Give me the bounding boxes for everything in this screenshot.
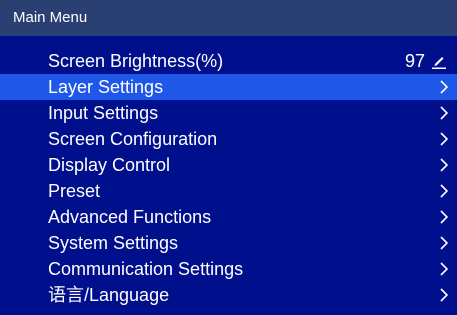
menu-item-screen-brightness[interactable]: Screen Brightness(%) 97 xyxy=(0,48,457,74)
menu-item-label: Screen Configuration xyxy=(48,129,218,149)
page-title: Main Menu xyxy=(13,9,88,26)
menu-item-label: Layer Settings xyxy=(48,77,164,97)
chevron-right-icon xyxy=(440,184,449,198)
chevron-right-icon xyxy=(440,106,449,120)
menu-item-layer-settings[interactable]: Layer Settings xyxy=(0,74,457,100)
menu-item-screen-configuration[interactable]: Screen Configuration xyxy=(0,126,457,152)
edit-icon[interactable] xyxy=(431,53,447,69)
chevron-right-icon xyxy=(440,158,449,172)
menu-item-label: Advanced Functions xyxy=(48,207,212,227)
main-menu-list: Screen Brightness(%) 97 Layer Settings I… xyxy=(0,36,457,315)
menu-item-label: System Settings xyxy=(48,233,179,253)
menu-item-label: Preset xyxy=(48,181,101,201)
chevron-right-icon xyxy=(440,236,449,250)
menu-item-communication-settings[interactable]: Communication Settings xyxy=(0,256,457,282)
menu-item-label: Screen Brightness(%) xyxy=(48,51,224,71)
chevron-right-icon xyxy=(440,288,449,302)
chevron-right-icon xyxy=(440,262,449,276)
chevron-right-icon xyxy=(440,80,449,94)
menu-item-language[interactable]: 语言/Language xyxy=(0,282,457,308)
chevron-right-icon xyxy=(440,210,449,224)
brightness-value: 97 xyxy=(404,51,425,71)
title-bar: Main Menu xyxy=(0,0,457,36)
device-menu-screen: Main Menu Screen Brightness(%) 97 Layer … xyxy=(0,0,457,315)
menu-item-advanced-functions[interactable]: Advanced Functions xyxy=(0,204,457,230)
menu-item-display-control[interactable]: Display Control xyxy=(0,152,457,178)
menu-item-preset[interactable]: Preset xyxy=(0,178,457,204)
menu-item-label: 语言/Language xyxy=(48,285,170,305)
menu-item-label: Input Settings xyxy=(48,103,159,123)
menu-item-system-settings[interactable]: System Settings xyxy=(0,230,457,256)
menu-item-label: Display Control xyxy=(48,155,171,175)
chevron-right-icon xyxy=(440,132,449,146)
menu-item-input-settings[interactable]: Input Settings xyxy=(0,100,457,126)
menu-item-label: Communication Settings xyxy=(48,259,244,279)
